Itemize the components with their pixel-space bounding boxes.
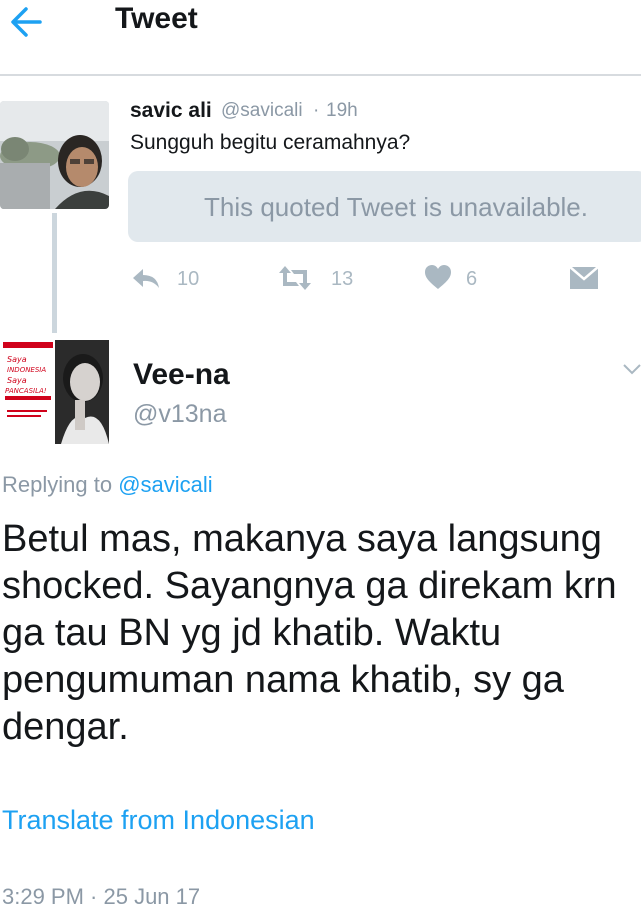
tweet-text: Sungguh begitu ceramahnya? xyxy=(130,131,411,154)
author-handle-main[interactable]: @v13na xyxy=(133,400,227,429)
like-icon xyxy=(425,265,451,289)
author-handle[interactable]: @savicali xyxy=(221,100,303,122)
svg-text:INDONESIA: INDONESIA xyxy=(7,366,46,374)
like-count: 6 xyxy=(466,268,478,290)
tweet-time: 19h xyxy=(326,100,358,121)
svg-text:PANCASILA!: PANCASILA! xyxy=(5,387,47,395)
avatar-savic-ali[interactable] xyxy=(0,101,109,209)
quoted-unavailable-text: This quoted Tweet is unavailable. xyxy=(204,192,588,222)
top-app-bar: Tweet xyxy=(0,0,641,76)
direct-message-icon xyxy=(569,266,599,289)
separator-dot: · xyxy=(313,100,320,121)
replying-to-link[interactable]: @savicali xyxy=(118,472,212,497)
page-title: Tweet xyxy=(115,2,198,35)
replying-to-label: Replying to xyxy=(2,472,119,497)
translate-link[interactable]: Translate from Indonesian xyxy=(2,805,315,836)
thread-connector-line xyxy=(52,213,57,333)
back-arrow-icon xyxy=(11,7,42,37)
chevron-down-icon xyxy=(623,364,641,375)
svg-text:Saya: Saya xyxy=(7,376,27,385)
direct-message-button[interactable] xyxy=(569,262,599,296)
retweet-button[interactable]: 13 xyxy=(277,262,367,296)
tweet-timestamp: 3:29 PM · 25 Jun 17 xyxy=(2,884,201,909)
reply-icon xyxy=(133,269,159,288)
author-name-main[interactable]: Vee-na xyxy=(133,358,230,392)
back-button[interactable] xyxy=(6,4,46,40)
avatar-vee-na[interactable]: Saya INDONESIA Saya PANCASILA! xyxy=(1,340,109,444)
quoted-tweet-card: This quoted Tweet is unavailable. xyxy=(128,171,641,242)
tweet-options-button[interactable] xyxy=(622,360,641,378)
like-button[interactable]: 6 xyxy=(424,262,494,296)
main-tweet-text: Betul mas, makanya saya langsung shocked… xyxy=(2,518,617,748)
author-name[interactable]: savic ali xyxy=(130,99,212,123)
retweet-count: 13 xyxy=(331,268,354,290)
replying-to-line: Replying to @savicali xyxy=(2,472,213,498)
retweet-icon xyxy=(279,266,311,290)
svg-text:Saya: Saya xyxy=(7,355,27,364)
reply-count: 10 xyxy=(177,268,200,290)
reply-button[interactable]: 10 xyxy=(130,262,210,296)
